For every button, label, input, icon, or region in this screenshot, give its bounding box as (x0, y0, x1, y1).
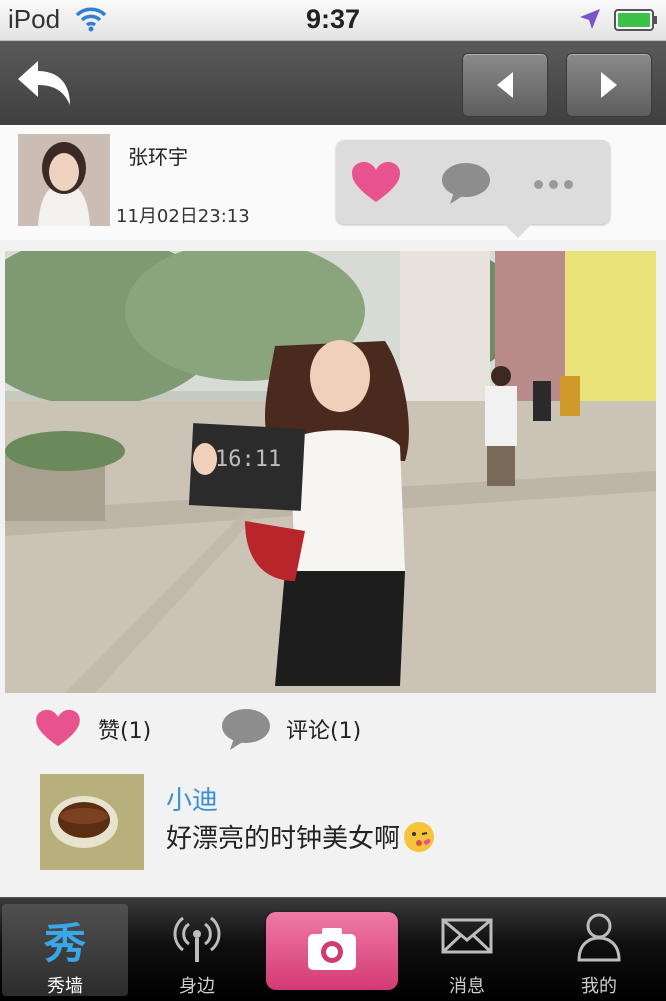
comment-text: 好漂亮的时钟美女啊 (166, 818, 435, 855)
tab-label: 消息 (449, 976, 485, 997)
comments-count[interactable]: 评论(1) (286, 713, 361, 745)
post-photo[interactable]: 16:11 (5, 251, 656, 693)
envelope-icon (404, 910, 530, 968)
location-icon (580, 9, 600, 29)
tab-mine[interactable]: 我的 (536, 904, 662, 997)
popup-comment-button[interactable] (440, 160, 492, 210)
antenna-icon (134, 910, 260, 968)
navigation-bar (0, 41, 666, 125)
kiss-emoji-icon (404, 822, 435, 852)
tab-label: 身边 (179, 976, 215, 997)
popup-like-button[interactable] (350, 160, 402, 208)
author-avatar[interactable] (18, 134, 110, 226)
avatar-photo (18, 134, 110, 226)
back-button[interactable] (10, 53, 78, 115)
post-time: 11月02日23:13 (116, 206, 250, 227)
tab-nearby[interactable]: 身边 (134, 904, 260, 997)
chevron-right-icon (601, 72, 617, 98)
commenter-name[interactable]: 小迪 (166, 780, 218, 817)
more-dots-icon[interactable] (534, 174, 579, 193)
next-button[interactable] (566, 53, 652, 117)
commenter-avatar[interactable] (40, 774, 144, 870)
camera-icon (308, 928, 356, 970)
tab-bar: 秀 秀墙 身边 消息 我的 (0, 897, 666, 1001)
battery-icon (614, 9, 657, 31)
speech-bubble-icon (442, 163, 490, 204)
camera-button[interactable] (266, 912, 398, 990)
popup-pointer (504, 224, 532, 238)
tab-label: 秀墙 (47, 976, 83, 997)
author-name[interactable]: 张环宇 (128, 141, 188, 170)
tab-xiuqiang[interactable]: 秀 秀墙 (2, 904, 128, 997)
speech-bubble-icon[interactable] (220, 706, 272, 752)
comment-item: 小迪 好漂亮的时钟美女啊 (0, 770, 666, 880)
comment-body: 好漂亮的时钟美女啊 (166, 824, 401, 854)
stats-row: 赞(1) 评论(1) (0, 700, 666, 756)
heart-icon (352, 162, 400, 202)
xiu-glyph-icon: 秀 (43, 919, 86, 968)
avatar-photo (40, 774, 144, 870)
photo-scene: 16:11 (5, 251, 656, 693)
likes-count[interactable]: 赞(1) (98, 713, 151, 745)
heart-icon[interactable] (34, 708, 82, 748)
status-bar: iPod 9:37 (0, 0, 666, 41)
person-icon (536, 910, 662, 968)
status-time: 9:37 (305, 4, 361, 34)
chevron-left-icon (497, 72, 513, 98)
tab-label: 我的 (581, 976, 617, 997)
back-arrow-icon (18, 61, 70, 105)
action-popup (336, 140, 610, 238)
tab-messages[interactable]: 消息 (404, 904, 530, 997)
sign-text: 16:11 (215, 447, 281, 472)
previous-button[interactable] (462, 53, 548, 117)
